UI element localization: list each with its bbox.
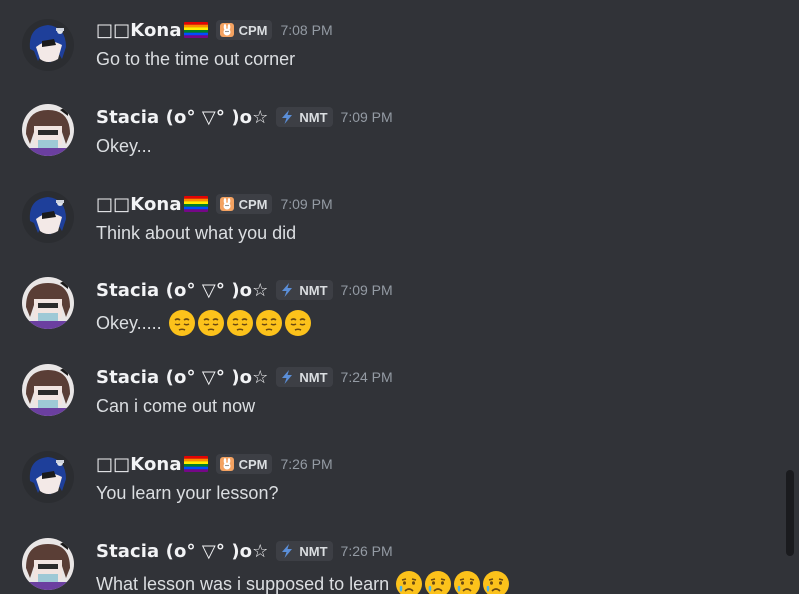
- tag-label: NMT: [299, 543, 328, 559]
- server-tag[interactable]: CPM: [215, 20, 273, 40]
- message-header: □□Kona CPM 7:09 PM: [96, 191, 333, 217]
- emoji-group: [395, 570, 511, 594]
- message-text: Okey...: [96, 136, 152, 156]
- message-header: Stacia (o° ▽° )o☆ NMT 7:09 PM: [96, 104, 393, 130]
- timestamp[interactable]: 7:08 PM: [280, 22, 332, 38]
- message-header: □□Kona CPM 7:26 PM: [96, 451, 333, 477]
- message: Stacia (o° ▽° )o☆ NMT 7:26 PM What lesso…: [0, 538, 780, 594]
- message-content: Think about what you did: [96, 223, 296, 244]
- username[interactable]: □□Kona: [96, 20, 182, 41]
- username[interactable]: Stacia (o° ▽° )o☆: [96, 107, 268, 128]
- lightning-icon: [279, 282, 295, 298]
- pensive-face-icon[interactable]: [255, 309, 283, 337]
- message: Stacia (o° ▽° )o☆ NMT 7:24 PM Can i come…: [0, 364, 780, 444]
- message-text: Can i come out now: [96, 396, 256, 416]
- scrollbar-thumb[interactable]: [786, 470, 794, 556]
- pensive-face-icon[interactable]: [168, 309, 196, 337]
- username[interactable]: Stacia (o° ▽° )o☆: [96, 367, 268, 388]
- crying-face-icon[interactable]: [453, 570, 481, 594]
- message-content: Okey...: [96, 136, 152, 157]
- crying-face-icon[interactable]: [395, 570, 423, 594]
- message-text: You learn your lesson?: [96, 483, 279, 503]
- message: Stacia (o° ▽° )o☆ NMT 7:09 PM Okey.....: [0, 277, 780, 357]
- message-content: What lesson was i supposed to learn: [96, 570, 511, 594]
- message-header: Stacia (o° ▽° )o☆ NMT 7:24 PM: [96, 364, 393, 390]
- lightning-icon: [279, 543, 295, 559]
- avatar-kona[interactable]: [22, 451, 74, 503]
- lightning-icon: [279, 369, 295, 385]
- server-tag[interactable]: NMT: [276, 280, 333, 300]
- avatar-kona[interactable]: [22, 191, 74, 243]
- username[interactable]: □□Kona: [96, 454, 182, 475]
- tag-label: CPM: [238, 456, 268, 472]
- crying-face-icon[interactable]: [482, 570, 510, 594]
- server-tag[interactable]: NMT: [276, 541, 333, 561]
- tag-label: NMT: [299, 369, 328, 385]
- rabbit-face-icon: [219, 196, 235, 212]
- message: □□Kona CPM 7:08 PM Go to the time out co…: [0, 17, 780, 97]
- message-header: □□Kona CPM 7:08 PM: [96, 17, 333, 43]
- rabbit-face-icon: [219, 22, 235, 38]
- crying-face-icon[interactable]: [424, 570, 452, 594]
- username[interactable]: □□Kona: [96, 194, 182, 215]
- timestamp[interactable]: 7:09 PM: [341, 109, 393, 125]
- timestamp[interactable]: 7:26 PM: [280, 456, 332, 472]
- tag-label: NMT: [299, 282, 328, 298]
- avatar-stacia[interactable]: [22, 538, 74, 590]
- tag-label: CPM: [238, 22, 268, 38]
- tag-label: NMT: [299, 109, 328, 125]
- server-tag[interactable]: CPM: [215, 194, 273, 214]
- avatar-stacia[interactable]: [22, 364, 74, 416]
- tag-label: CPM: [238, 196, 268, 212]
- message-content: Can i come out now: [96, 396, 255, 417]
- pensive-face-icon[interactable]: [284, 309, 312, 337]
- pensive-face-icon[interactable]: [197, 309, 225, 337]
- timestamp[interactable]: 7:09 PM: [341, 282, 393, 298]
- message-content: You learn your lesson?: [96, 483, 278, 504]
- timestamp[interactable]: 7:26 PM: [341, 543, 393, 559]
- server-tag[interactable]: NMT: [276, 107, 333, 127]
- avatar-kona[interactable]: [22, 19, 74, 71]
- timestamp[interactable]: 7:09 PM: [280, 196, 332, 212]
- rainbow-flag-icon: [183, 456, 208, 472]
- timestamp[interactable]: 7:24 PM: [341, 369, 393, 385]
- rabbit-face-icon: [219, 456, 235, 472]
- chat-messages: □□Kona CPM 7:08 PM Go to the time out co…: [0, 0, 799, 594]
- message: Stacia (o° ▽° )o☆ NMT 7:09 PM Okey...: [0, 104, 780, 184]
- avatar-stacia[interactable]: [22, 277, 74, 329]
- message-text: Go to the time out corner: [96, 49, 296, 69]
- server-tag[interactable]: CPM: [215, 454, 273, 474]
- server-tag[interactable]: NMT: [276, 367, 333, 387]
- rainbow-flag-icon: [183, 22, 208, 38]
- message-content: Okey.....: [96, 309, 313, 337]
- emoji-group: [168, 309, 313, 337]
- message-content: Go to the time out corner: [96, 49, 295, 70]
- message-text: Think about what you did: [96, 223, 297, 243]
- message-header: Stacia (o° ▽° )o☆ NMT 7:26 PM: [96, 538, 393, 564]
- message: □□Kona CPM 7:09 PM Think about what you …: [0, 191, 780, 271]
- avatar-stacia[interactable]: [22, 104, 74, 156]
- message-header: Stacia (o° ▽° )o☆ NMT 7:09 PM: [96, 277, 393, 303]
- rainbow-flag-icon: [183, 196, 208, 212]
- pensive-face-icon[interactable]: [226, 309, 254, 337]
- username[interactable]: Stacia (o° ▽° )o☆: [96, 541, 268, 562]
- lightning-icon: [279, 109, 295, 125]
- username[interactable]: Stacia (o° ▽° )o☆: [96, 280, 268, 301]
- message-text: Okey.....: [96, 312, 162, 333]
- message-text: What lesson was i supposed to learn: [96, 573, 390, 594]
- message: □□Kona CPM 7:26 PM You learn your lesson…: [0, 451, 780, 531]
